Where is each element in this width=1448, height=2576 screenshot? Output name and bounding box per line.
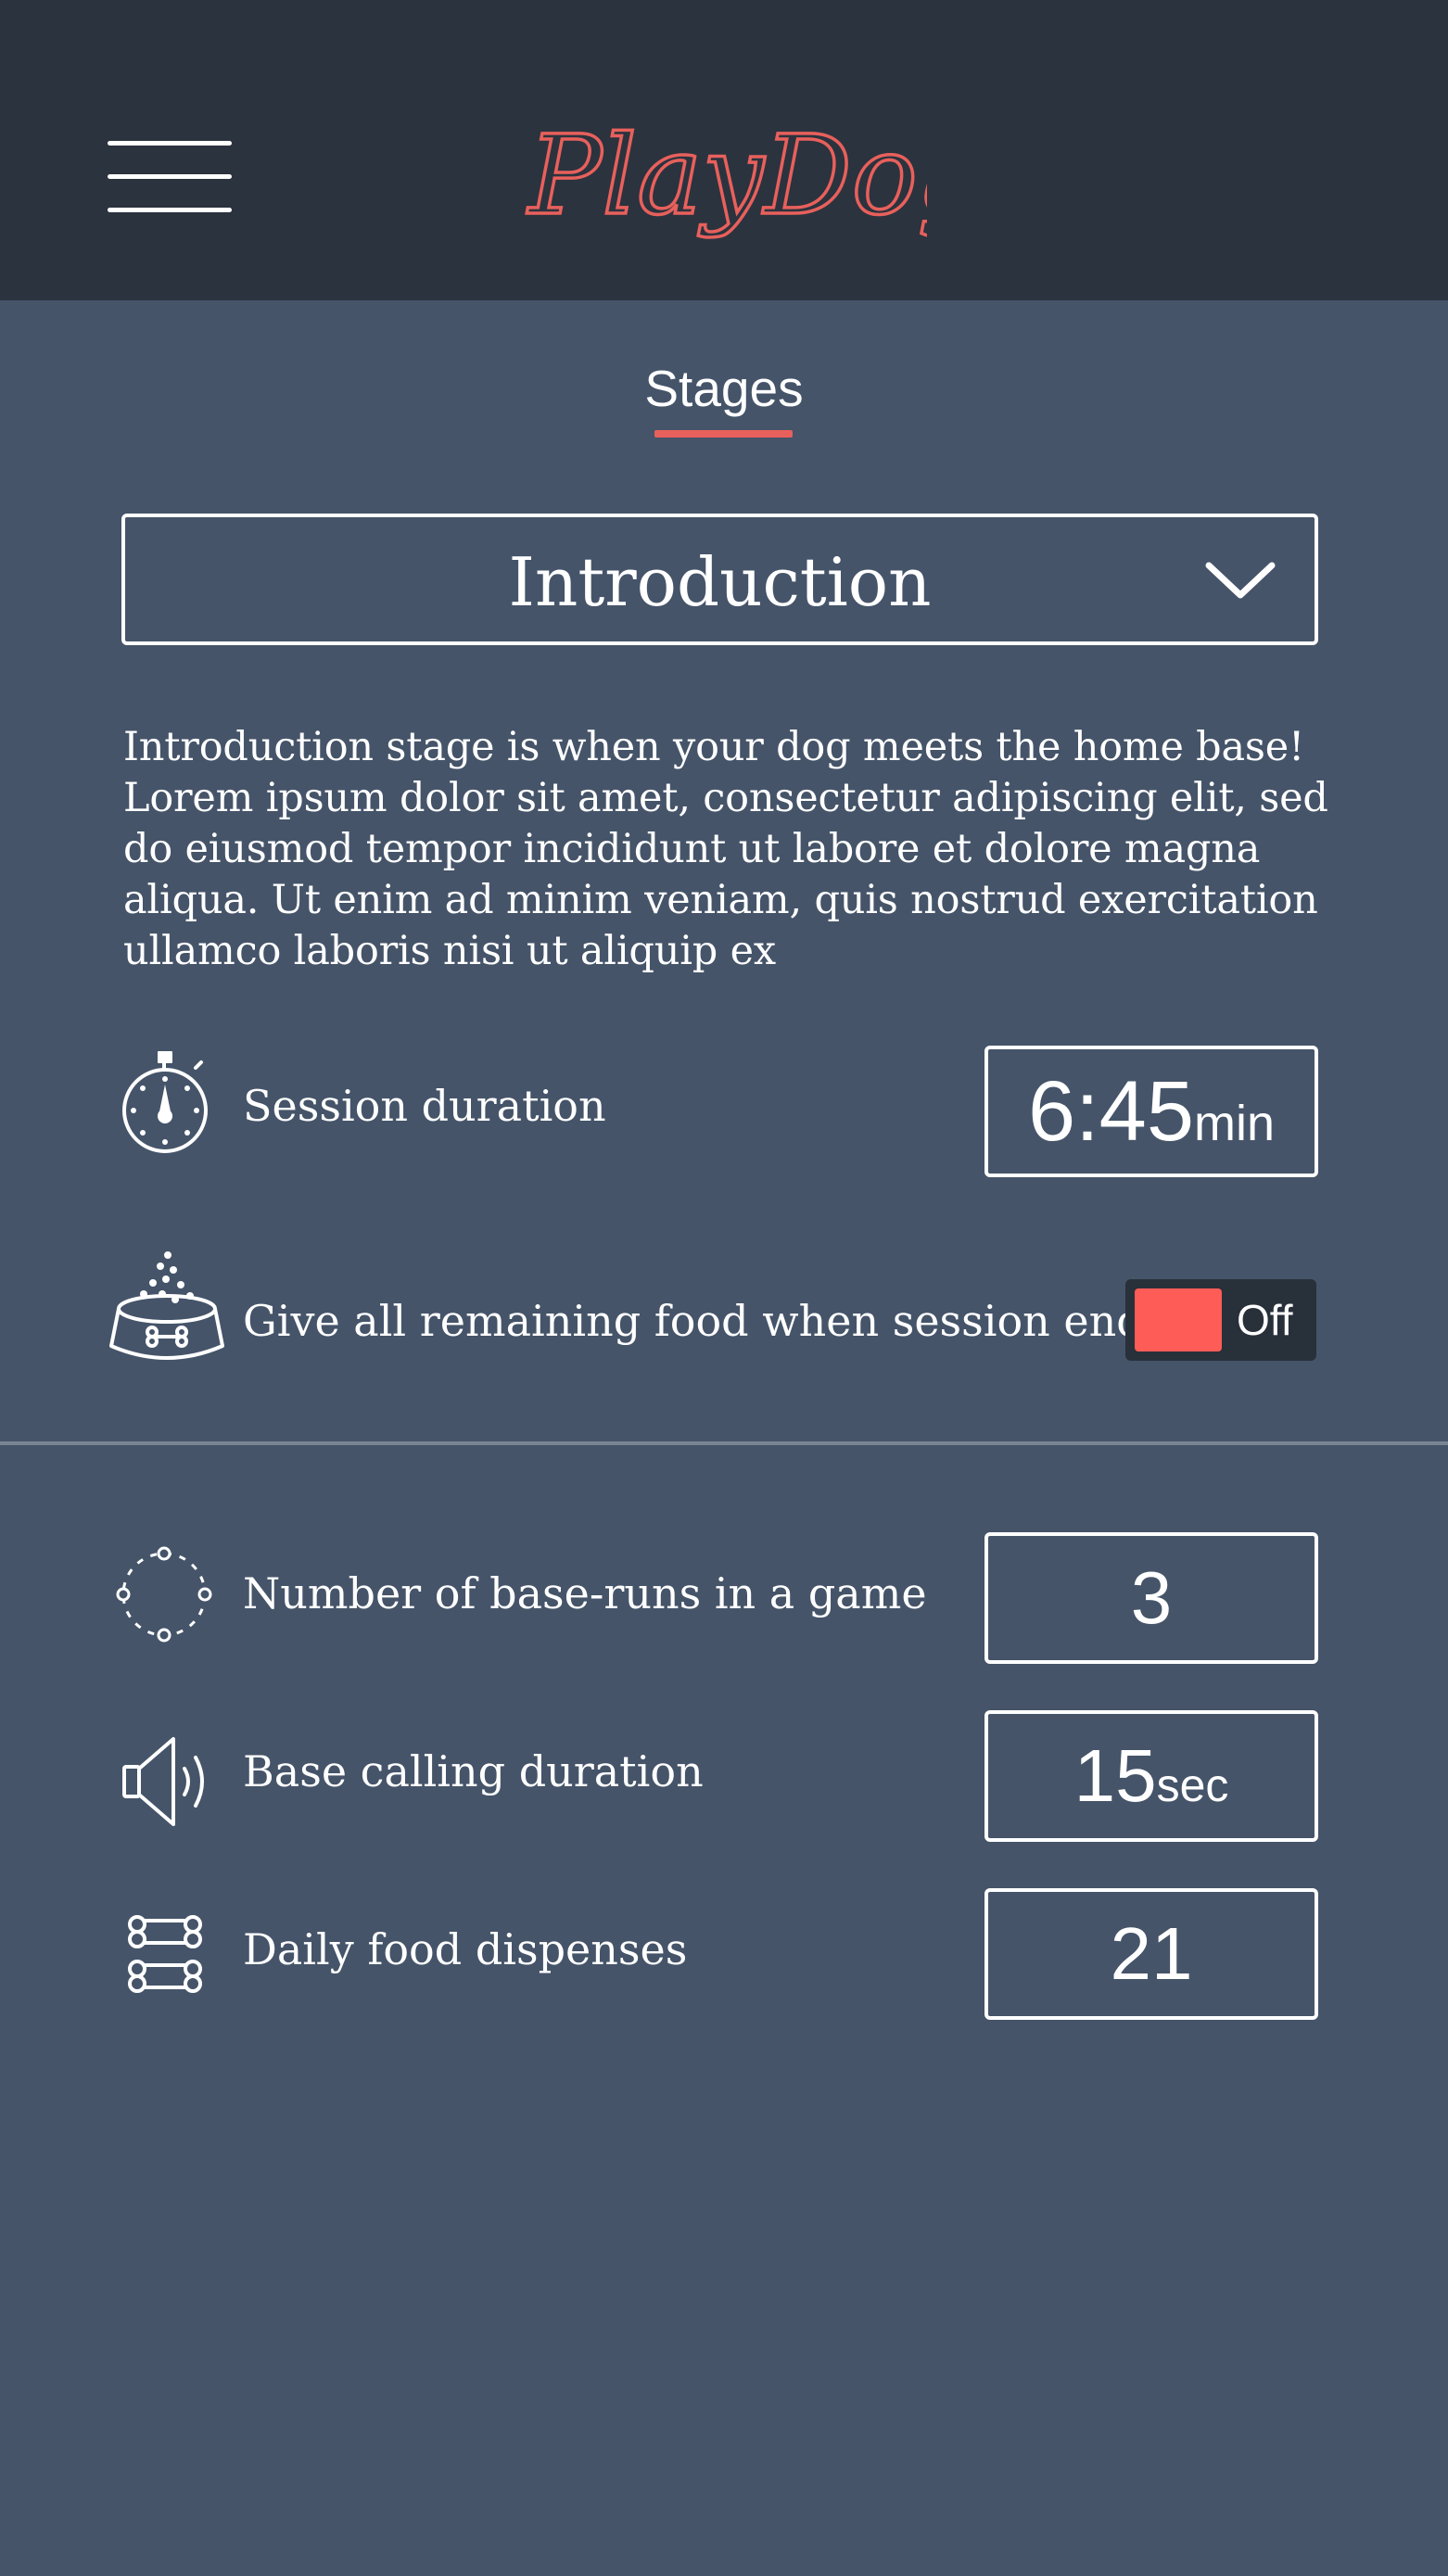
- daily-food-field[interactable]: 21: [984, 1888, 1318, 2020]
- stopwatch-icon: [122, 1051, 208, 1153]
- remaining-food-label: Give all remaining food when session end…: [243, 1296, 1166, 1346]
- base-calling-field[interactable]: 15sec: [984, 1710, 1318, 1842]
- base-runs-label: Number of base-runs in a game: [243, 1568, 927, 1618]
- stage-dropdown[interactable]: Introduction: [121, 514, 1318, 645]
- menu-line: [108, 174, 232, 179]
- hamburger-menu-icon[interactable]: [108, 141, 232, 215]
- session-duration-value: 6:45: [1027, 1064, 1195, 1159]
- daily-food-label: Daily food dispenses: [243, 1924, 688, 1974]
- base-runs-value: 3: [1130, 1556, 1173, 1639]
- toggle-state-label: Off: [1237, 1296, 1293, 1344]
- main-content: Stages Introduction Introduction stage i…: [0, 300, 1448, 2576]
- base-calling-value: 15: [1073, 1734, 1157, 1817]
- remaining-food-toggle[interactable]: Off: [1125, 1279, 1316, 1361]
- toggle-knob: [1135, 1288, 1222, 1351]
- dotted-circle-icon: [116, 1546, 212, 1643]
- speaker-icon: [122, 1737, 204, 1826]
- app-logo: PlayDog: [525, 109, 927, 241]
- session-duration-unit: min: [1194, 1096, 1276, 1151]
- logo-text: PlayDog: [527, 111, 927, 239]
- base-calling-label: Base calling duration: [243, 1746, 704, 1796]
- session-duration-field[interactable]: 6:45min: [984, 1046, 1318, 1177]
- base-runs-field[interactable]: 3: [984, 1532, 1318, 1664]
- daily-food-value: 21: [1110, 1912, 1193, 1995]
- dog-food-bowl-icon: [109, 1251, 224, 1360]
- stage-description: Introduction stage is when your dog meet…: [123, 724, 1328, 974]
- session-duration-label: Session duration: [243, 1081, 606, 1131]
- base-calling-unit: sec: [1156, 1759, 1229, 1811]
- section-divider: [0, 1441, 1448, 1445]
- app-header: PlayDog: [0, 0, 1448, 300]
- bones-icon: [128, 1915, 202, 1993]
- tab-stages[interactable]: Stages: [0, 356, 1448, 421]
- chevron-down-icon: [1205, 562, 1276, 599]
- menu-line: [108, 208, 232, 212]
- stage-dropdown-value: Introduction: [508, 543, 932, 621]
- menu-line: [108, 141, 232, 146]
- tab-active-indicator: [654, 430, 793, 438]
